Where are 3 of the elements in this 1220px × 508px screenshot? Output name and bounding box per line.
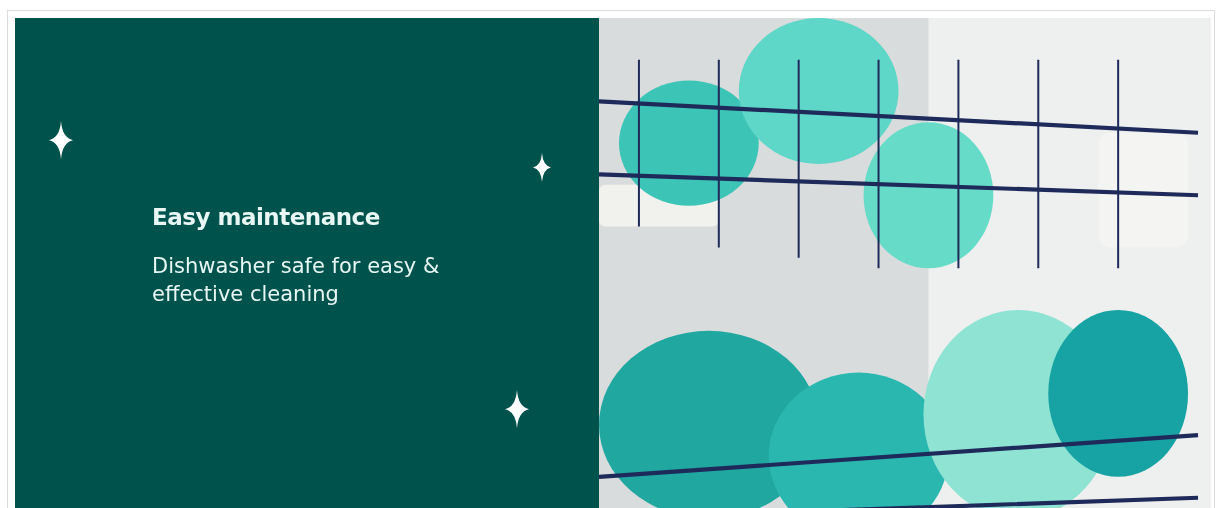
feature-heading: Easy maintenance: [152, 204, 381, 230]
feature-description: Dishwasher safe for easy & effective cleaning: [152, 253, 441, 308]
sparkle-icon: [533, 153, 551, 182]
